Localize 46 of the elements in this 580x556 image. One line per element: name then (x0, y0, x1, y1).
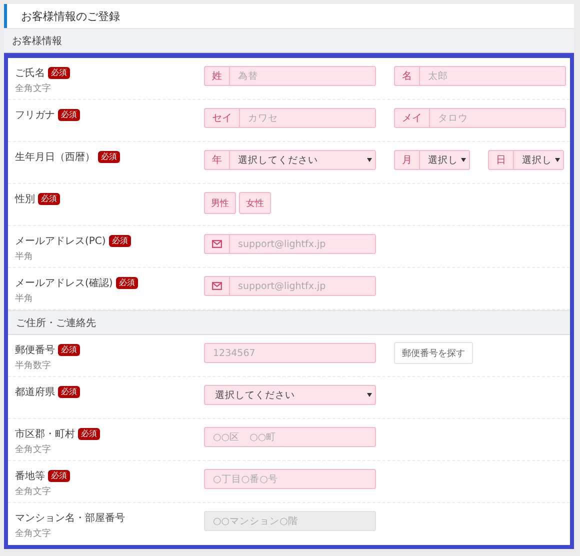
select-field[interactable]: 選択してください (204, 385, 376, 405)
email-field[interactable]: support@lightfx.jp (204, 234, 376, 254)
field-note: 全角文字 (15, 82, 52, 95)
caret-icon (367, 393, 372, 397)
required-badge: 必須 (58, 109, 80, 121)
required-badge: 必須 (58, 344, 80, 356)
field-label: 都道府県 (15, 386, 55, 399)
option-button[interactable]: 男性 (204, 192, 236, 214)
option-button[interactable]: 女性 (239, 192, 271, 214)
field-note: 半角数字 (15, 360, 52, 372)
text-field[interactable]: セイ カワセ (204, 108, 376, 128)
field-label: メールアドレス(確認) (15, 276, 113, 290)
required-badge: 必須 (38, 193, 60, 205)
field-label: ご氏名 (15, 66, 45, 80)
field-label: 郵便番号 (15, 344, 55, 357)
mail-icon (212, 282, 222, 290)
required-badge: 必須 (98, 151, 120, 163)
field-note: 全角文字 (15, 444, 52, 456)
text-field[interactable]: 名 太郎 (394, 66, 566, 86)
field-label: マンション名・部屋番号 (15, 512, 125, 525)
field-label: フリガナ (15, 109, 55, 122)
required-badge: 必須 (108, 235, 131, 247)
required-badge: 必須 (78, 428, 100, 440)
section-heading: ご住所・ご連絡先 (8, 310, 570, 335)
required-badge: 必須 (58, 386, 80, 398)
section-heading: お客様情報 (4, 28, 574, 53)
text-field[interactable]: 1234567 (204, 343, 376, 363)
field-note: 半角 (15, 250, 34, 263)
field-label: 市区郡・町村 (15, 428, 75, 441)
mail-icon (212, 240, 222, 248)
search-button[interactable]: 郵便番号を探す (394, 342, 473, 364)
required-badge: 必須 (116, 277, 138, 289)
text-field[interactable]: ○丁目○番○号 (204, 469, 376, 489)
text-field[interactable]: メイ タロウ (394, 108, 566, 128)
field-label: 番地等 (15, 470, 45, 483)
field-note: 全角文字 (15, 486, 52, 498)
text-field[interactable]: ○○区 ○○町 (204, 427, 376, 447)
field-note: 半角 (15, 292, 34, 305)
text-field[interactable]: 姓 為替 (204, 66, 376, 86)
email-field[interactable]: support@lightfx.jp (204, 276, 376, 296)
field-label: 性別 (15, 192, 35, 206)
required-badge: 必須 (48, 470, 70, 482)
field-label: 生年月日（西暦） (15, 150, 95, 164)
field-label: メールアドレス(PC) (15, 235, 106, 248)
field-note: 全角文字 (15, 528, 52, 540)
required-badge: 必須 (48, 67, 70, 79)
